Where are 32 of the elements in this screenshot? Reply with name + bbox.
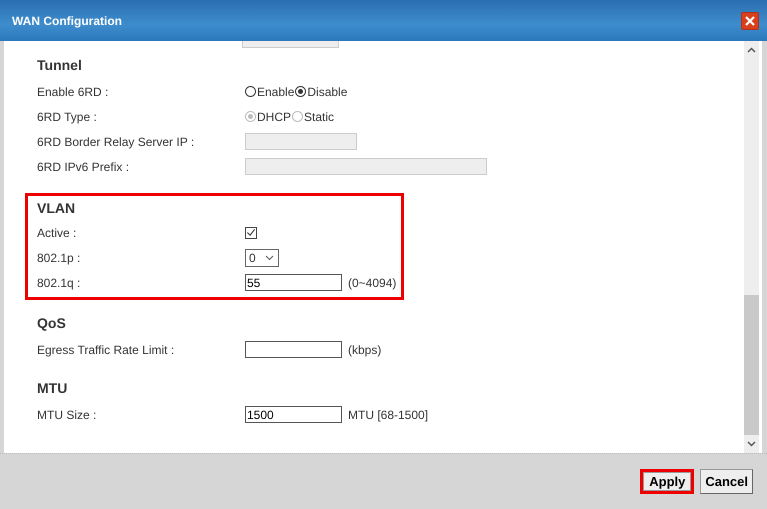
unit-label: (0~4094) [348,276,396,290]
section-heading: MTU [37,379,68,398]
caret-icon [265,254,274,260]
section-heading: Tunnel [37,56,83,75]
cancel-button[interactable]: Cancel [700,469,753,494]
field-label: 6RD IPv6 Prefix : [37,160,130,174]
field-label: 802.1p : [37,250,82,264]
section-heading: QoS [37,314,67,333]
unit-label: MTU [68-1500] [348,408,428,422]
scrollbar[interactable] [744,41,759,453]
field-label: 802.1q : [37,276,82,290]
scroll-down-icon[interactable] [747,441,756,447]
radio-option[interactable]: Disable [295,84,348,98]
field-label: Active : [37,226,78,240]
field-label: 6RD Border Relay Server IP : [37,134,196,148]
field-label: Egress Traffic Rate Limit : [37,342,176,356]
field-label: 6RD Type : [37,110,98,124]
unit-label: (kbps) [348,342,382,356]
radio-option[interactable]: Enable [245,84,294,98]
field-label: MTU Size : [37,408,98,422]
input-field[interactable] [245,341,342,358]
apply-button[interactable]: Apply [640,469,694,494]
input-field[interactable]: 55 [245,274,342,291]
close-icon [744,14,756,26]
input-field[interactable]: 1500 [245,406,342,423]
close-button[interactable] [741,12,759,30]
window-title: WAN Configuration [12,14,122,28]
checkbox[interactable] [245,226,257,238]
scroll-up-icon[interactable] [747,47,756,53]
section-heading: VLAN [37,199,76,218]
field-label: Enable 6RD : [37,84,110,98]
dropdown[interactable]: 0 [245,248,279,266]
